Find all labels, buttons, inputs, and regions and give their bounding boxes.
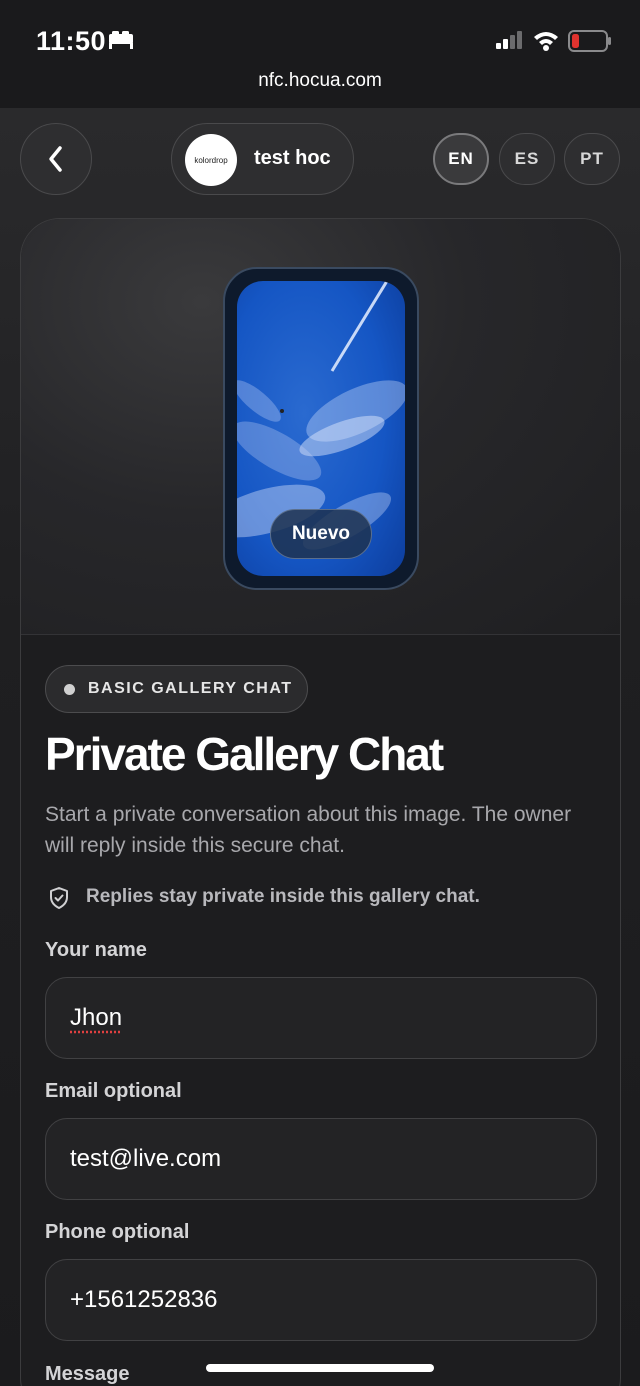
image-frame: Nuevo — [223, 267, 419, 590]
email-field[interactable]: test@live.com — [45, 1118, 597, 1200]
back-button[interactable] — [20, 123, 92, 195]
brand-logo: kolordrop — [185, 134, 237, 186]
home-indicator[interactable] — [206, 1364, 434, 1372]
status-time: 11:50 — [36, 26, 107, 56]
shield-check-icon — [50, 887, 68, 909]
gallery-image[interactable]: Nuevo — [237, 281, 405, 576]
lang-label: ES — [514, 149, 540, 168]
brand-pill[interactable]: kolordrop test hoc — [171, 123, 354, 195]
lang-label: EN — [448, 149, 474, 168]
tag-pill: BASIC GALLERY CHAT — [45, 665, 308, 713]
phone-label: Phone optional — [45, 1221, 190, 1243]
bed-icon — [109, 31, 133, 49]
page-description: Start a private conversation about this … — [45, 803, 572, 857]
brand-name: test hoc — [254, 147, 331, 169]
chat-card: Nuevo BASIC GALLERY CHAT Private Gallery… — [20, 218, 621, 1386]
phone-value: +1561252836 — [70, 1286, 218, 1313]
badge-label: Nuevo — [291, 523, 351, 544]
lang-button-pt[interactable]: PT — [564, 133, 620, 185]
hero-section: Nuevo — [21, 219, 620, 635]
phone-field[interactable]: +1561252836 — [45, 1259, 597, 1341]
wifi-icon — [534, 32, 558, 51]
message-label: Message — [45, 1363, 130, 1385]
lang-label: PT — [580, 149, 604, 168]
battery-icon — [568, 30, 611, 52]
status-bar: 11:50 nfc.hocua.com — [0, 0, 640, 108]
privacy-note: Replies stay private inside this gallery… — [86, 886, 480, 907]
name-field[interactable]: Jhon — [45, 977, 597, 1059]
email-label: Email optional — [45, 1080, 182, 1102]
name-value: Jhon — [70, 1004, 123, 1031]
name-label: Your name — [45, 939, 147, 961]
brand-logo-text: kolordrop — [194, 155, 228, 165]
page: kolordrop test hoc EN ES PT Nuevo BASIC … — [0, 108, 640, 1386]
nuevo-badge: Nuevo — [270, 509, 372, 559]
page-title: Private Gallery Chat — [45, 728, 444, 780]
dot-icon — [64, 684, 75, 695]
lang-button-es[interactable]: ES — [499, 133, 555, 185]
tag-label: BASIC GALLERY CHAT — [88, 680, 293, 697]
email-value: test@live.com — [70, 1145, 222, 1172]
url-bar[interactable]: nfc.hocua.com — [0, 70, 640, 92]
chevron-left-icon — [49, 146, 62, 172]
lang-button-en[interactable]: EN — [433, 133, 489, 185]
signal-icon — [496, 31, 522, 49]
